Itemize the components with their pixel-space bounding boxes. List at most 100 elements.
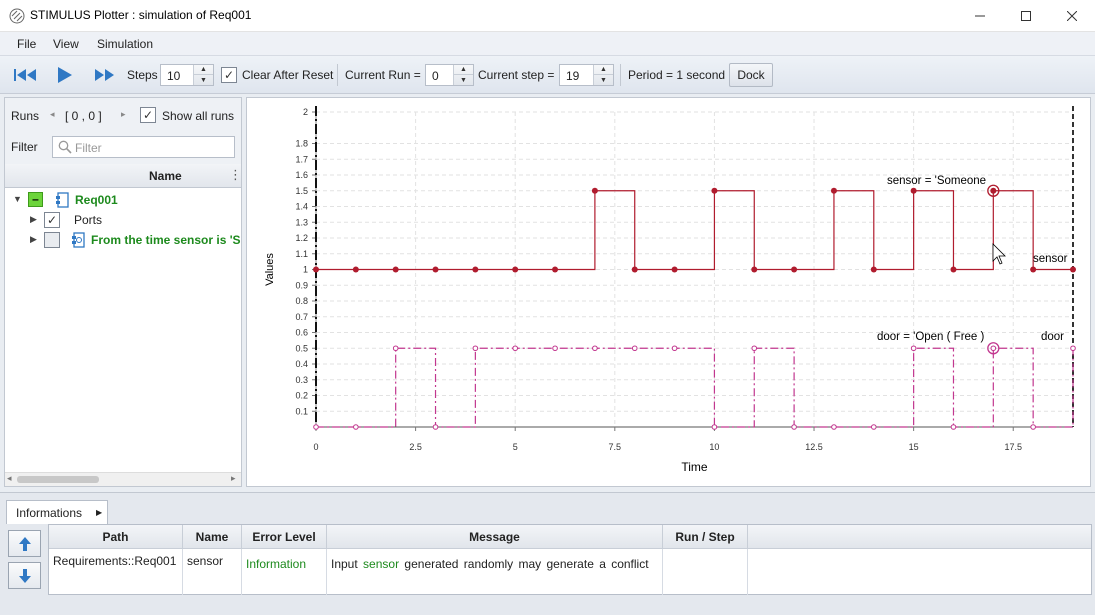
tree-item-req001[interactable]: ▼ – Req001 [5, 190, 241, 210]
filter-input[interactable]: Filter [52, 136, 235, 158]
previous-message-button[interactable] [8, 530, 41, 557]
expand-right-icon[interactable]: ▶ [30, 234, 37, 245]
series-point [432, 424, 439, 430]
clear-after-reset-checkbox[interactable]: ✓ [221, 67, 237, 83]
ports-label: Ports [74, 213, 103, 227]
scroll-right-icon[interactable]: ▸ [231, 473, 236, 484]
scroll-left-icon[interactable]: ◂ [7, 473, 12, 484]
minimize-button[interactable] [957, 0, 1003, 31]
current-step-spinner[interactable]: 19 ▲ ▼ [559, 64, 614, 86]
partial-check-icon[interactable]: – [28, 192, 43, 207]
y-tick-label: 0.3 [295, 375, 308, 385]
dock-button[interactable]: Dock [729, 63, 773, 87]
message-variable: sensor [363, 557, 400, 571]
series-point [392, 345, 399, 352]
steps-label: Steps [127, 68, 158, 82]
cell-name[interactable]: sensor [183, 549, 242, 595]
sensor-right-label: sensor [1033, 253, 1068, 265]
tree-item-requirement[interactable]: ▶ From the time sensor is 'S [5, 230, 241, 250]
play-icon[interactable] [57, 66, 73, 84]
show-all-runs-checkbox[interactable]: ✓ [140, 107, 156, 123]
series-point [392, 266, 399, 273]
tab-arrow-icon[interactable]: ▶ [96, 508, 102, 517]
series-point [432, 266, 439, 273]
tab-informations[interactable]: Informations ▶ [6, 500, 108, 524]
close-button[interactable] [1049, 0, 1095, 31]
runs-panel: Runs ◂ [ 0 , 0 ] ▸ ✓ Show all runs Filte… [4, 97, 242, 487]
runs-next-icon[interactable]: ▸ [121, 109, 126, 120]
door-right-label: door [1041, 331, 1064, 343]
maximize-button[interactable] [1003, 0, 1049, 31]
series-point [512, 345, 519, 352]
column-menu-icon[interactable]: ⋮ [229, 167, 242, 183]
runs-label: Runs [11, 109, 40, 123]
cell-path[interactable]: Requirements::Req001 [49, 549, 183, 595]
series-point [591, 187, 598, 194]
y-tick-label: 0.8 [295, 296, 308, 306]
series-line [316, 190, 1073, 271]
menu-bar: File View Simulation [0, 32, 1095, 56]
series-point [711, 424, 718, 430]
series-point [512, 266, 519, 273]
column-message[interactable]: Message [327, 525, 663, 549]
series-point [552, 345, 558, 352]
column-path[interactable]: Path [49, 525, 183, 549]
menu-view[interactable]: View [53, 37, 79, 51]
ports-checkbox[interactable]: ✓ [44, 212, 60, 228]
series-point [711, 187, 718, 194]
spin-down-icon[interactable]: ▼ [594, 75, 613, 85]
filter-placeholder: Filter [75, 141, 102, 155]
message-suffix: generated randomly may generate a confli… [404, 557, 649, 571]
scroll-thumb[interactable] [17, 476, 99, 483]
y-tick-label: 0.9 [295, 280, 308, 290]
expand-down-icon[interactable]: ▼ [13, 194, 22, 204]
horizontal-scrollbar[interactable]: ◂ ▸ [5, 472, 241, 486]
spin-down-icon[interactable]: ▼ [194, 75, 213, 85]
runs-prev-icon[interactable]: ◂ [50, 109, 55, 120]
steps-value[interactable]: 10 [167, 69, 180, 83]
cell-message[interactable]: Input sensor generated randomly may gene… [327, 549, 663, 595]
series-point [472, 266, 479, 273]
x-axis-label: Time [681, 460, 708, 474]
tree-item-ports[interactable]: ▶ ✓ Ports [5, 210, 241, 230]
reset-icon[interactable] [13, 68, 37, 82]
menu-file[interactable]: File [17, 37, 36, 51]
x-tick-label: 12.5 [805, 442, 823, 452]
steps-spinner[interactable]: 10 ▲ ▼ [160, 64, 214, 86]
series-line [316, 347, 1074, 428]
y-tick-label: 1 [303, 265, 308, 275]
menu-simulation[interactable]: Simulation [97, 37, 153, 51]
fast-forward-icon[interactable] [94, 68, 116, 82]
spin-down-icon[interactable]: ▼ [454, 75, 473, 85]
window-title: STIMULUS Plotter : simulation of Req001 [30, 8, 252, 22]
column-error-level[interactable]: Error Level [242, 525, 327, 549]
spin-up-icon[interactable]: ▲ [594, 65, 613, 75]
series-point [313, 266, 319, 273]
plot-panel: 0.1 0.2 0.3 0.4 0.5 0.6 0.7 0.8 0.9 1 1.1 1.2 1.3 1.4… [246, 97, 1091, 487]
requirement-checkbox[interactable] [44, 232, 60, 248]
filter-label: Filter [11, 140, 38, 154]
next-message-button[interactable] [8, 562, 41, 589]
cell-run-step[interactable] [663, 549, 748, 595]
series-point [631, 345, 638, 352]
clear-after-reset-label: Clear After Reset [242, 68, 334, 82]
signal-chart[interactable]: 0.1 0.2 0.3 0.4 0.5 0.6 0.7 0.8 0.9 1 1.1 1.2 1.3 1.4… [247, 98, 1090, 486]
spin-up-icon[interactable]: ▲ [454, 65, 473, 75]
toolbar-separator [337, 64, 338, 86]
column-name[interactable]: Name [183, 525, 242, 549]
arrow-up-icon [18, 536, 31, 551]
column-run-step[interactable]: Run / Step [663, 525, 748, 549]
series-point [830, 187, 837, 194]
current-run-spinner[interactable]: 0 ▲ ▼ [425, 64, 474, 86]
y-tick-label: 1.6 [295, 170, 308, 180]
current-run-value[interactable]: 0 [432, 69, 439, 83]
y-tick-label: 0.1 [295, 406, 308, 416]
filter-row: Filter Filter [5, 132, 241, 164]
spin-up-icon[interactable]: ▲ [194, 65, 213, 75]
minimize-icon [975, 15, 985, 16]
cell-error-level[interactable]: Information [242, 549, 327, 595]
current-step-value[interactable]: 19 [566, 69, 579, 83]
column-name-header[interactable]: Name [149, 169, 182, 183]
y-tick-label: 1.4 [295, 202, 308, 212]
expand-right-icon[interactable]: ▶ [30, 214, 37, 225]
